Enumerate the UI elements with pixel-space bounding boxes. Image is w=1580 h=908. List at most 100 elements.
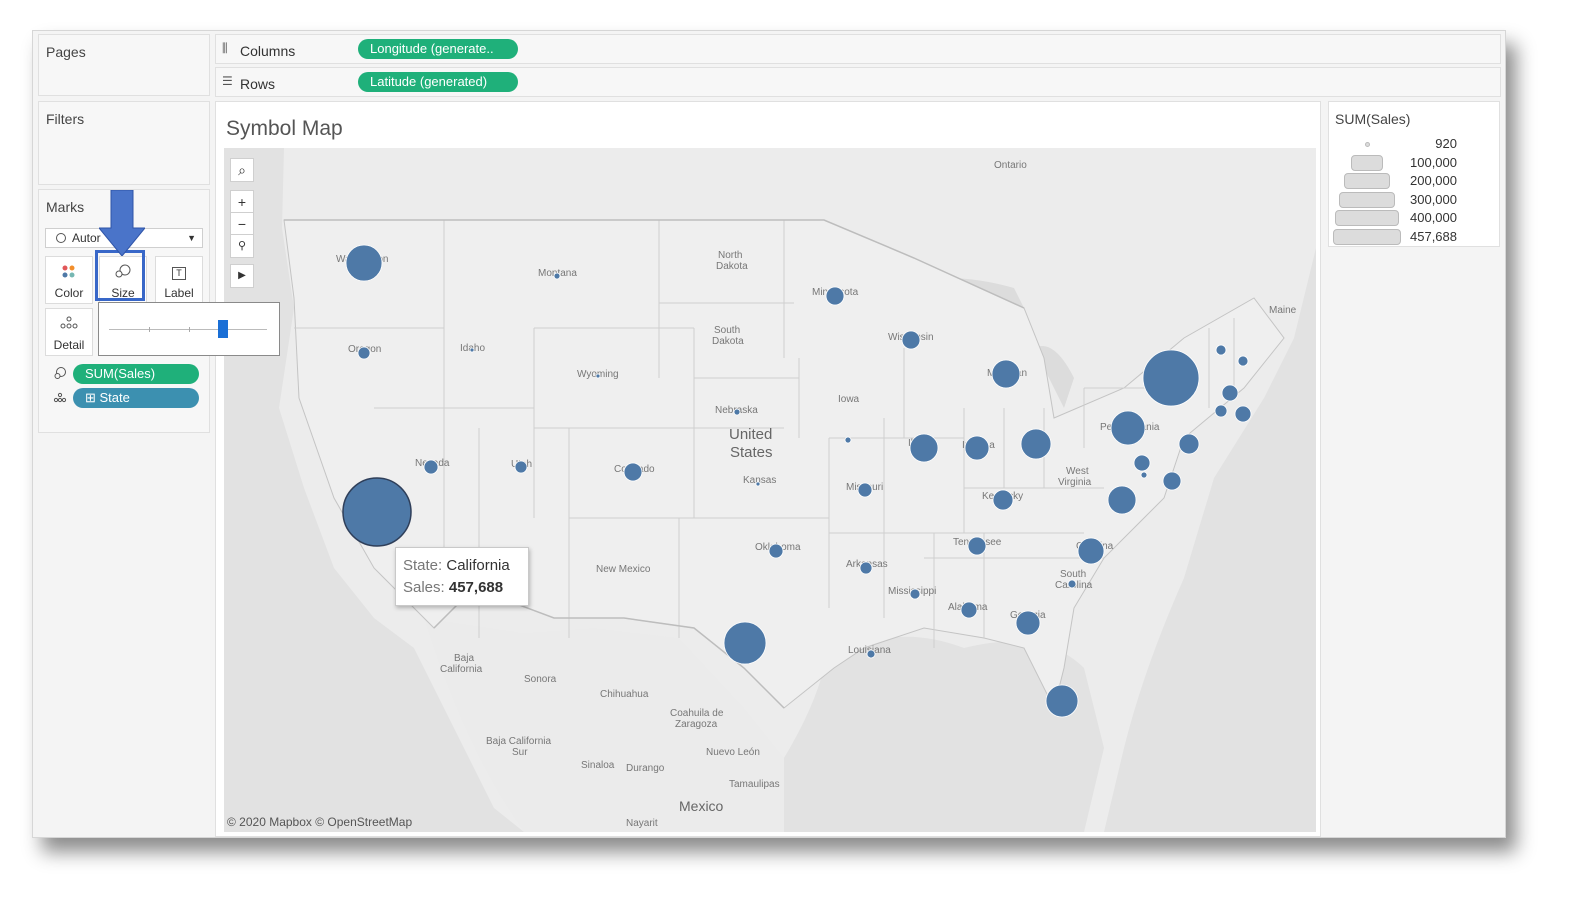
state-symbol[interactable] [1015, 610, 1041, 636]
color-dots-icon [62, 265, 75, 278]
state-symbol[interactable] [1178, 433, 1200, 455]
state-symbol[interactable] [991, 359, 1021, 389]
state-symbol[interactable] [342, 477, 412, 547]
state-symbol[interactable] [1162, 471, 1182, 491]
tableau-window: Pages ⫼ Columns Longitude (generate.. ☰ … [32, 30, 1506, 838]
state-symbol[interactable] [1045, 684, 1079, 718]
state-symbol[interactable] [1234, 405, 1252, 423]
callout-arrow-icon [99, 190, 145, 256]
state-symbol[interactable] [469, 347, 475, 353]
state-symbol[interactable] [733, 408, 741, 416]
tooltip-sales-key: Sales: [403, 579, 445, 596]
legend-item[interactable]: 400,000 [1329, 208, 1499, 227]
pages-title: Pages [46, 44, 86, 60]
rows-shelf[interactable]: ☰ Rows Latitude (generated) [215, 67, 1501, 97]
chevron-down-icon: ▼ [187, 233, 196, 243]
color-button[interactable]: Color [45, 256, 93, 304]
state-symbol[interactable] [755, 481, 761, 487]
state-symbol[interactable] [967, 536, 987, 556]
state-symbol[interactable] [1110, 410, 1146, 446]
state-symbol[interactable] [901, 330, 921, 350]
state-symbol[interactable] [553, 272, 561, 280]
sum-sales-pill[interactable]: SUM(Sales) [73, 364, 199, 384]
pin-map-button[interactable]: ⚲ [230, 234, 254, 258]
state-symbol[interactable] [514, 460, 528, 474]
label-icon: T [156, 263, 202, 280]
state-symbol[interactable] [825, 286, 845, 306]
state-pill[interactable]: ⊞ State [73, 388, 199, 408]
legend-label: 200,000 [1410, 173, 1457, 189]
state-symbol[interactable] [992, 489, 1014, 511]
legend-size-mark [1333, 229, 1401, 245]
state-symbol[interactable] [1077, 537, 1105, 565]
tooltip-state-row: State: California [403, 557, 510, 574]
legend-size-mark [1350, 154, 1384, 171]
state-symbol[interactable] [844, 436, 852, 444]
legend-item[interactable]: 300,000 [1329, 190, 1499, 208]
map-search-button[interactable]: ⌕ [230, 158, 254, 182]
state-symbol[interactable] [1221, 384, 1239, 402]
size-slider-track[interactable] [109, 329, 267, 330]
expand-toolbar-button[interactable]: ▶ [230, 264, 254, 288]
state-symbol[interactable] [1133, 454, 1151, 472]
size-slider-tick-2 [189, 327, 190, 332]
legend-title: SUM(Sales) [1335, 111, 1411, 127]
rows-icon: ☰ [222, 74, 233, 88]
symbol-layer[interactable] [224, 148, 1316, 832]
zoom-out-button[interactable]: − [230, 212, 254, 236]
state-symbol[interactable] [859, 561, 873, 575]
mark-type-circle-icon [56, 233, 66, 243]
detail-button[interactable]: Detail [45, 308, 93, 356]
state-symbol[interactable] [909, 433, 939, 463]
filters-card[interactable]: Filters [38, 101, 210, 185]
columns-shelf[interactable]: ⫼ Columns Longitude (generate.. [215, 34, 1501, 64]
legend-item[interactable]: 457,688 [1329, 227, 1499, 245]
state-symbol[interactable] [857, 482, 873, 498]
filters-title: Filters [46, 111, 85, 127]
legend-size-mark [1344, 173, 1390, 190]
state-symbol[interactable] [723, 621, 767, 665]
state-symbol[interactable] [1214, 404, 1228, 418]
label-button[interactable]: T Label [155, 256, 203, 304]
state-symbol[interactable] [768, 543, 784, 559]
pages-card[interactable]: Pages [38, 34, 210, 96]
state-symbol[interactable] [964, 435, 990, 461]
state-symbol[interactable] [623, 462, 643, 482]
expand-arrow-icon: ▶ [238, 270, 246, 281]
marks-title: Marks [46, 199, 85, 215]
state-symbol[interactable] [1107, 485, 1137, 515]
color-button-label: Color [54, 286, 84, 300]
state-symbol[interactable] [1237, 355, 1249, 367]
pin-icon: ⚲ [237, 240, 247, 252]
state-symbol[interactable] [1140, 471, 1148, 479]
latitude-pill[interactable]: Latitude (generated) [358, 72, 518, 92]
legend-item[interactable]: 920 [1329, 134, 1499, 152]
state-symbol[interactable] [960, 601, 978, 619]
tooltip-state-key: State: [403, 557, 443, 574]
viz-title: Symbol Map [226, 117, 343, 140]
rows-label: Rows [240, 76, 276, 92]
state-symbol[interactable] [357, 346, 371, 360]
longitude-pill[interactable]: Longitude (generate.. [358, 39, 518, 59]
state-symbol[interactable] [1142, 349, 1200, 407]
legend-size-mark [1335, 210, 1399, 227]
symbol-map[interactable]: Ontario United States Mexico North Dakot… [224, 148, 1316, 832]
legend-item[interactable]: 100,000 [1329, 153, 1499, 171]
state-symbol[interactable] [595, 373, 601, 379]
state-symbol[interactable] [909, 588, 921, 600]
state-symbol[interactable] [423, 459, 439, 475]
zoom-in-button[interactable]: + [230, 190, 254, 214]
detail-button-label: Detail [53, 338, 85, 352]
legend-label: 400,000 [1410, 210, 1457, 226]
state-symbol[interactable] [1020, 428, 1052, 460]
detail-field-icon [53, 392, 67, 403]
state-symbol[interactable] [866, 649, 876, 659]
size-slider-handle[interactable] [217, 320, 228, 338]
state-symbol[interactable] [345, 244, 383, 282]
columns-icon: ⫼ [222, 41, 228, 55]
state-symbol[interactable] [1067, 579, 1077, 589]
state-symbol[interactable] [1215, 344, 1227, 356]
mark-type-value: Autor [72, 231, 101, 245]
legend-item[interactable]: 200,000 [1329, 171, 1499, 190]
tooltip-sales-value: 457,688 [448, 579, 504, 596]
